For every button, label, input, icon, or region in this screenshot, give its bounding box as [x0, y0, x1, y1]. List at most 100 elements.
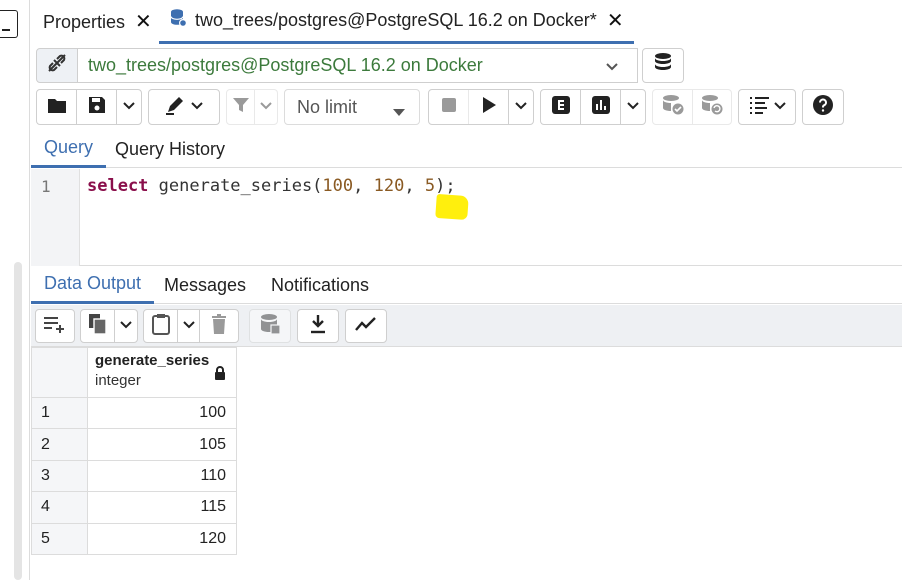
row-number[interactable]: 1: [31, 396, 88, 430]
table-row[interactable]: 1 100: [31, 396, 237, 430]
save-file-button[interactable]: [77, 90, 117, 124]
copy-icon: [88, 313, 108, 340]
chevron-down-icon: [182, 317, 195, 335]
execute-options-dropdown[interactable]: [509, 90, 533, 124]
edit-menu-button[interactable]: [149, 90, 219, 124]
sql-separator: ,: [353, 176, 374, 196]
tab-notifications[interactable]: Notifications: [258, 266, 382, 304]
main-tab-bar: Properties ✕ two_trees/postgres@PostgreS…: [31, 0, 902, 44]
rollback-button[interactable]: [693, 90, 731, 124]
save-data-button[interactable]: [250, 310, 290, 342]
open-file-button[interactable]: [37, 90, 77, 124]
row-limit-select[interactable]: No limit: [284, 89, 420, 125]
table-row[interactable]: 5 120: [31, 522, 237, 555]
tab-query[interactable]: Query: [31, 130, 107, 168]
row-number[interactable]: 4: [31, 491, 88, 524]
line-chart-icon: [355, 316, 377, 337]
stop-button[interactable]: [429, 90, 469, 124]
row-number[interactable]: 2: [31, 428, 88, 461]
save-options-dropdown[interactable]: [117, 90, 141, 124]
download-button[interactable]: [298, 310, 338, 342]
add-row-button[interactable]: [36, 310, 74, 342]
explain-analyze-button[interactable]: [581, 90, 621, 124]
chevron-down-icon: [515, 98, 527, 116]
help-button-group: [802, 89, 844, 125]
paste-delete-group: [143, 309, 239, 343]
copy-options-dropdown[interactable]: [115, 310, 137, 342]
file-button-group: [36, 89, 142, 125]
cell-value[interactable]: 100: [87, 396, 237, 430]
chevron-down-icon: [120, 317, 132, 335]
explain-options-dropdown[interactable]: [621, 90, 645, 124]
filter-options-dropdown[interactable]: [255, 90, 277, 124]
new-connection-button[interactable]: [642, 48, 684, 83]
tab-data-output-label: Data Output: [44, 273, 142, 293]
graph-visualiser-button[interactable]: [346, 310, 386, 342]
chevron-down-icon: [773, 98, 786, 116]
cell-value[interactable]: 105: [87, 428, 237, 461]
tab-query-tool[interactable]: two_trees/postgres@PostgreSQL 16.2 on Do…: [159, 0, 634, 44]
connection-select[interactable]: two_trees/postgres@PostgreSQL 16.2 on Do…: [78, 48, 638, 83]
sql-number: 120: [373, 176, 405, 196]
code-line: select generate_series(100, 120, 5);: [87, 176, 456, 196]
sql-number: 5: [424, 176, 436, 196]
cell-value[interactable]: 115: [87, 491, 237, 524]
sql-terminator: );: [435, 176, 456, 196]
vertical-scrollbar[interactable]: [14, 262, 22, 580]
copy-button[interactable]: [81, 310, 115, 342]
tab-messages[interactable]: Messages: [151, 266, 259, 304]
explain-button[interactable]: [541, 90, 581, 124]
row-limit-value-box: No limit: [285, 90, 419, 124]
cell-value[interactable]: 110: [87, 459, 237, 493]
explain-button-group: [540, 89, 646, 125]
list-icon: [749, 96, 771, 119]
paste-button[interactable]: [144, 310, 178, 342]
connection-status-button[interactable]: [36, 48, 78, 83]
lock-icon: [214, 366, 226, 386]
trash-icon: [211, 313, 227, 339]
filter-button[interactable]: [227, 90, 255, 124]
help-button[interactable]: [803, 90, 843, 124]
sql-editor[interactable]: 1 select generate_series(100, 120, 5);: [31, 169, 902, 266]
edit-button-group: [148, 89, 220, 125]
tab-query-history[interactable]: Query History: [102, 130, 238, 168]
execute-button[interactable]: [469, 90, 509, 124]
chevron-down-icon: [627, 98, 639, 116]
explain-icon: [551, 95, 571, 120]
table-row[interactable]: 2 105: [31, 428, 237, 461]
cell-value[interactable]: 120: [87, 522, 237, 555]
play-icon: [481, 96, 497, 119]
disconnected-plug-icon: [45, 51, 69, 80]
chart-icon: [591, 95, 611, 120]
macros-button[interactable]: [739, 90, 795, 124]
stop-icon: [441, 97, 457, 118]
transaction-button-group: [652, 89, 732, 125]
tab-query-label: Query: [44, 137, 94, 157]
commit-button[interactable]: [653, 90, 693, 124]
output-tab-bar: Data Output Messages Notifications: [31, 266, 902, 304]
table-row[interactable]: 4 115: [31, 491, 237, 524]
connection-select-value: two_trees/postgres@PostgreSQL 16.2 on Do…: [88, 55, 483, 75]
chevron-down-icon: [123, 98, 135, 116]
help-icon: [812, 94, 834, 121]
output-toolbar: [31, 305, 902, 347]
tab-query-tool-label: two_trees/postgres@PostgreSQL 16.2 on Do…: [195, 10, 597, 30]
tab-properties-label: Properties: [43, 11, 126, 32]
column-header[interactable]: generate_series integer: [87, 347, 237, 398]
tab-data-output[interactable]: Data Output: [31, 266, 155, 304]
delete-row-button[interactable]: [200, 310, 238, 342]
left-panel-edge: [0, 0, 30, 580]
close-icon[interactable]: ✕: [135, 12, 152, 32]
tab-properties[interactable]: Properties ✕: [43, 0, 152, 44]
grid-corner-cell[interactable]: [31, 347, 88, 398]
row-number[interactable]: 5: [31, 522, 88, 555]
paste-options-dropdown[interactable]: [178, 310, 200, 342]
table-row[interactable]: 3 110: [31, 459, 237, 493]
pencil-icon: [165, 95, 187, 120]
row-number[interactable]: 3: [31, 459, 88, 493]
close-icon[interactable]: ✕: [607, 11, 624, 31]
sql-function: generate_series(: [148, 176, 323, 196]
connection-bar: two_trees/postgres@PostgreSQL 16.2 on Do…: [36, 48, 684, 83]
save-data-group: [249, 309, 291, 343]
collapsed-panel-stub[interactable]: [0, 10, 18, 38]
